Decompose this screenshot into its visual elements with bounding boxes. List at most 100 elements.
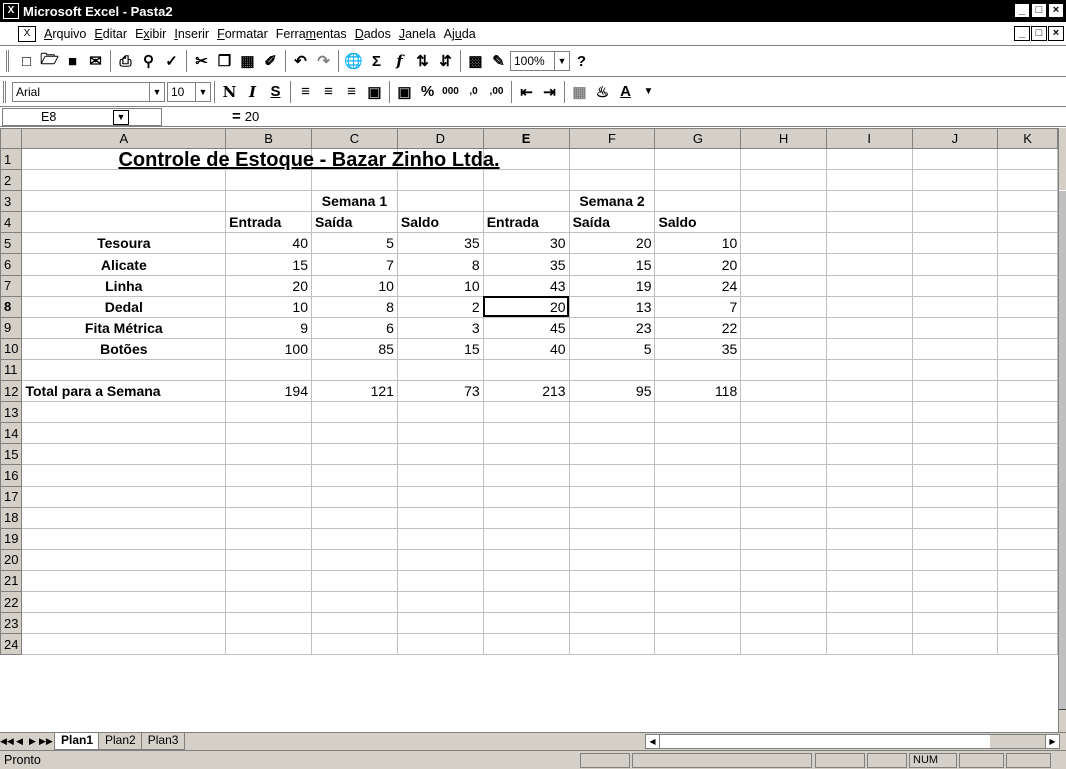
cell[interactable] — [482, 190, 570, 213]
name-box[interactable]: E8 ▼ — [2, 107, 162, 126]
cell[interactable]: 30 — [482, 232, 570, 255]
cell[interactable] — [911, 590, 999, 614]
cell[interactable] — [482, 443, 570, 466]
font-color-icon[interactable]: A — [614, 81, 637, 103]
cell[interactable] — [825, 485, 913, 508]
paste-icon[interactable]: ▦ — [236, 50, 259, 72]
format-painter-icon[interactable]: ✐ — [259, 50, 282, 72]
align-center-icon[interactable]: ≡ — [317, 81, 340, 103]
merge-center-icon[interactable]: ▣ — [363, 81, 386, 103]
thousands-icon[interactable]: 000 — [439, 81, 462, 103]
cell[interactable]: 20 — [568, 232, 656, 255]
cell[interactable] — [225, 590, 312, 614]
column-subheader[interactable]: Saldo — [396, 211, 484, 234]
hyperlink-icon[interactable]: 🌐 — [342, 50, 365, 72]
cell[interactable] — [740, 316, 827, 339]
cell[interactable] — [225, 569, 312, 592]
cell[interactable] — [654, 443, 742, 466]
cell[interactable] — [740, 358, 827, 382]
cell[interactable] — [482, 569, 570, 592]
column-header[interactable]: H — [740, 128, 827, 149]
bold-button[interactable]: N — [218, 81, 241, 103]
worksheet-grid[interactable]: A B C D E F G H I J K 1 Controle de Estoq… — [0, 128, 1058, 732]
cell[interactable]: 2 — [396, 295, 484, 318]
row-header[interactable]: 16 — [0, 464, 23, 487]
cell[interactable] — [825, 232, 913, 255]
sheet-tab-plan1[interactable]: Plan1 — [54, 733, 101, 750]
formula-equals[interactable]: = — [232, 108, 241, 125]
cell[interactable]: 40 — [482, 337, 570, 360]
drawing-icon[interactable]: ✎ — [487, 50, 510, 72]
cell[interactable] — [825, 464, 913, 487]
cell[interactable] — [311, 422, 398, 445]
scroll-thumb[interactable] — [1059, 190, 1066, 710]
cell[interactable] — [225, 527, 312, 550]
week-header[interactable]: Semana 1 — [311, 190, 398, 213]
cell[interactable] — [911, 380, 999, 403]
cell[interactable] — [568, 527, 656, 550]
cell[interactable] — [740, 274, 827, 297]
zoom-select[interactable]: 100% ▼ — [510, 51, 570, 71]
print-icon[interactable]: ⎙ — [114, 50, 137, 72]
row-header[interactable]: 8 — [0, 295, 23, 318]
autosum-icon[interactable]: Σ — [365, 50, 388, 72]
cell[interactable] — [997, 147, 1058, 171]
cell[interactable] — [396, 548, 484, 571]
cell[interactable] — [740, 147, 827, 171]
prev-sheet-icon[interactable]: ◀ — [13, 734, 26, 749]
cell[interactable] — [225, 633, 312, 656]
cell[interactable] — [654, 147, 742, 171]
cell[interactable] — [21, 527, 227, 550]
cell[interactable]: 10 — [654, 232, 742, 255]
cell[interactable] — [482, 401, 570, 424]
cell[interactable]: 6 — [311, 316, 398, 339]
cell[interactable]: 15 — [568, 253, 656, 276]
column-subheader[interactable]: Saldo — [654, 211, 742, 234]
total-cell[interactable]: 213 — [482, 380, 570, 403]
cell[interactable] — [654, 358, 742, 382]
cut-icon[interactable]: ✂ — [190, 50, 213, 72]
menu-inserir[interactable]: Inserir — [170, 27, 213, 41]
cell[interactable] — [997, 422, 1058, 445]
new-icon[interactable]: □ — [15, 50, 38, 72]
cell[interactable] — [740, 569, 827, 592]
workbook-close-button[interactable]: × — [1048, 26, 1064, 41]
cell[interactable] — [997, 190, 1058, 213]
cell[interactable] — [396, 422, 484, 445]
increase-indent-icon[interactable]: ⇥ — [538, 81, 561, 103]
cell[interactable] — [825, 569, 913, 592]
cell[interactable] — [911, 147, 999, 171]
cell[interactable] — [225, 190, 312, 213]
cell[interactable] — [568, 590, 656, 614]
cell[interactable] — [911, 190, 999, 213]
cell[interactable]: 13 — [568, 295, 656, 318]
align-left-icon[interactable]: ≡ — [294, 81, 317, 103]
cell[interactable] — [911, 337, 999, 360]
cell[interactable] — [911, 633, 999, 656]
row-header[interactable]: 9 — [0, 316, 23, 339]
cell[interactable] — [997, 633, 1058, 656]
row-header[interactable]: 24 — [0, 633, 23, 656]
cell[interactable] — [21, 569, 227, 592]
cell[interactable] — [654, 485, 742, 508]
cell[interactable] — [311, 633, 398, 656]
cell[interactable] — [911, 274, 999, 297]
cell[interactable] — [997, 295, 1058, 318]
cell[interactable] — [482, 527, 570, 550]
cell[interactable] — [396, 612, 484, 635]
cell[interactable] — [997, 569, 1058, 592]
cell[interactable] — [740, 253, 827, 276]
cell[interactable] — [396, 443, 484, 466]
cell[interactable] — [396, 358, 484, 382]
cell[interactable]: 100 — [225, 337, 312, 360]
cell[interactable] — [997, 464, 1058, 487]
cell[interactable] — [21, 401, 227, 424]
cell[interactable] — [568, 443, 656, 466]
cell[interactable] — [911, 211, 999, 234]
cell[interactable] — [911, 485, 999, 508]
cell[interactable] — [825, 506, 913, 529]
cell[interactable] — [311, 401, 398, 424]
cell[interactable] — [997, 485, 1058, 508]
cell[interactable] — [21, 169, 227, 192]
cell[interactable] — [568, 633, 656, 656]
